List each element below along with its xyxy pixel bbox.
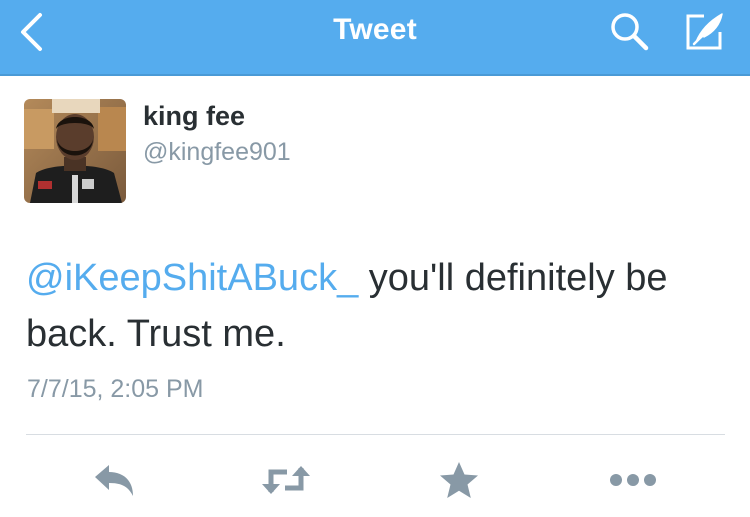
reply-icon bbox=[95, 465, 133, 496]
retweet-button[interactable] bbox=[258, 455, 314, 505]
search-icon bbox=[611, 13, 649, 51]
navigation-bar: Tweet bbox=[0, 0, 750, 76]
compose-icon bbox=[686, 13, 723, 50]
mention-link[interactable]: @iKeepShitABuck_ bbox=[26, 257, 358, 299]
compose-button[interactable] bbox=[679, 10, 731, 54]
timestamp: 7/7/15, 2:05 PM bbox=[27, 375, 204, 403]
more-icon bbox=[610, 474, 656, 486]
retweet-icon bbox=[262, 466, 310, 494]
more-button[interactable] bbox=[605, 455, 661, 505]
tweet-text: @iKeepShitABuck_ you'll definitely be ba… bbox=[26, 250, 726, 362]
reply-button[interactable] bbox=[86, 455, 142, 505]
favorite-button[interactable] bbox=[431, 455, 487, 505]
star-icon bbox=[440, 462, 478, 498]
search-button[interactable] bbox=[606, 10, 654, 54]
avatar[interactable] bbox=[24, 99, 126, 203]
divider bbox=[26, 434, 725, 435]
tweet-detail-screen: Tweet king fee @kingfee901 @iKeepShitABu… bbox=[0, 0, 750, 517]
display-name[interactable]: king fee bbox=[143, 101, 245, 132]
avatar-photo bbox=[24, 99, 126, 203]
username[interactable]: @kingfee901 bbox=[143, 138, 291, 167]
